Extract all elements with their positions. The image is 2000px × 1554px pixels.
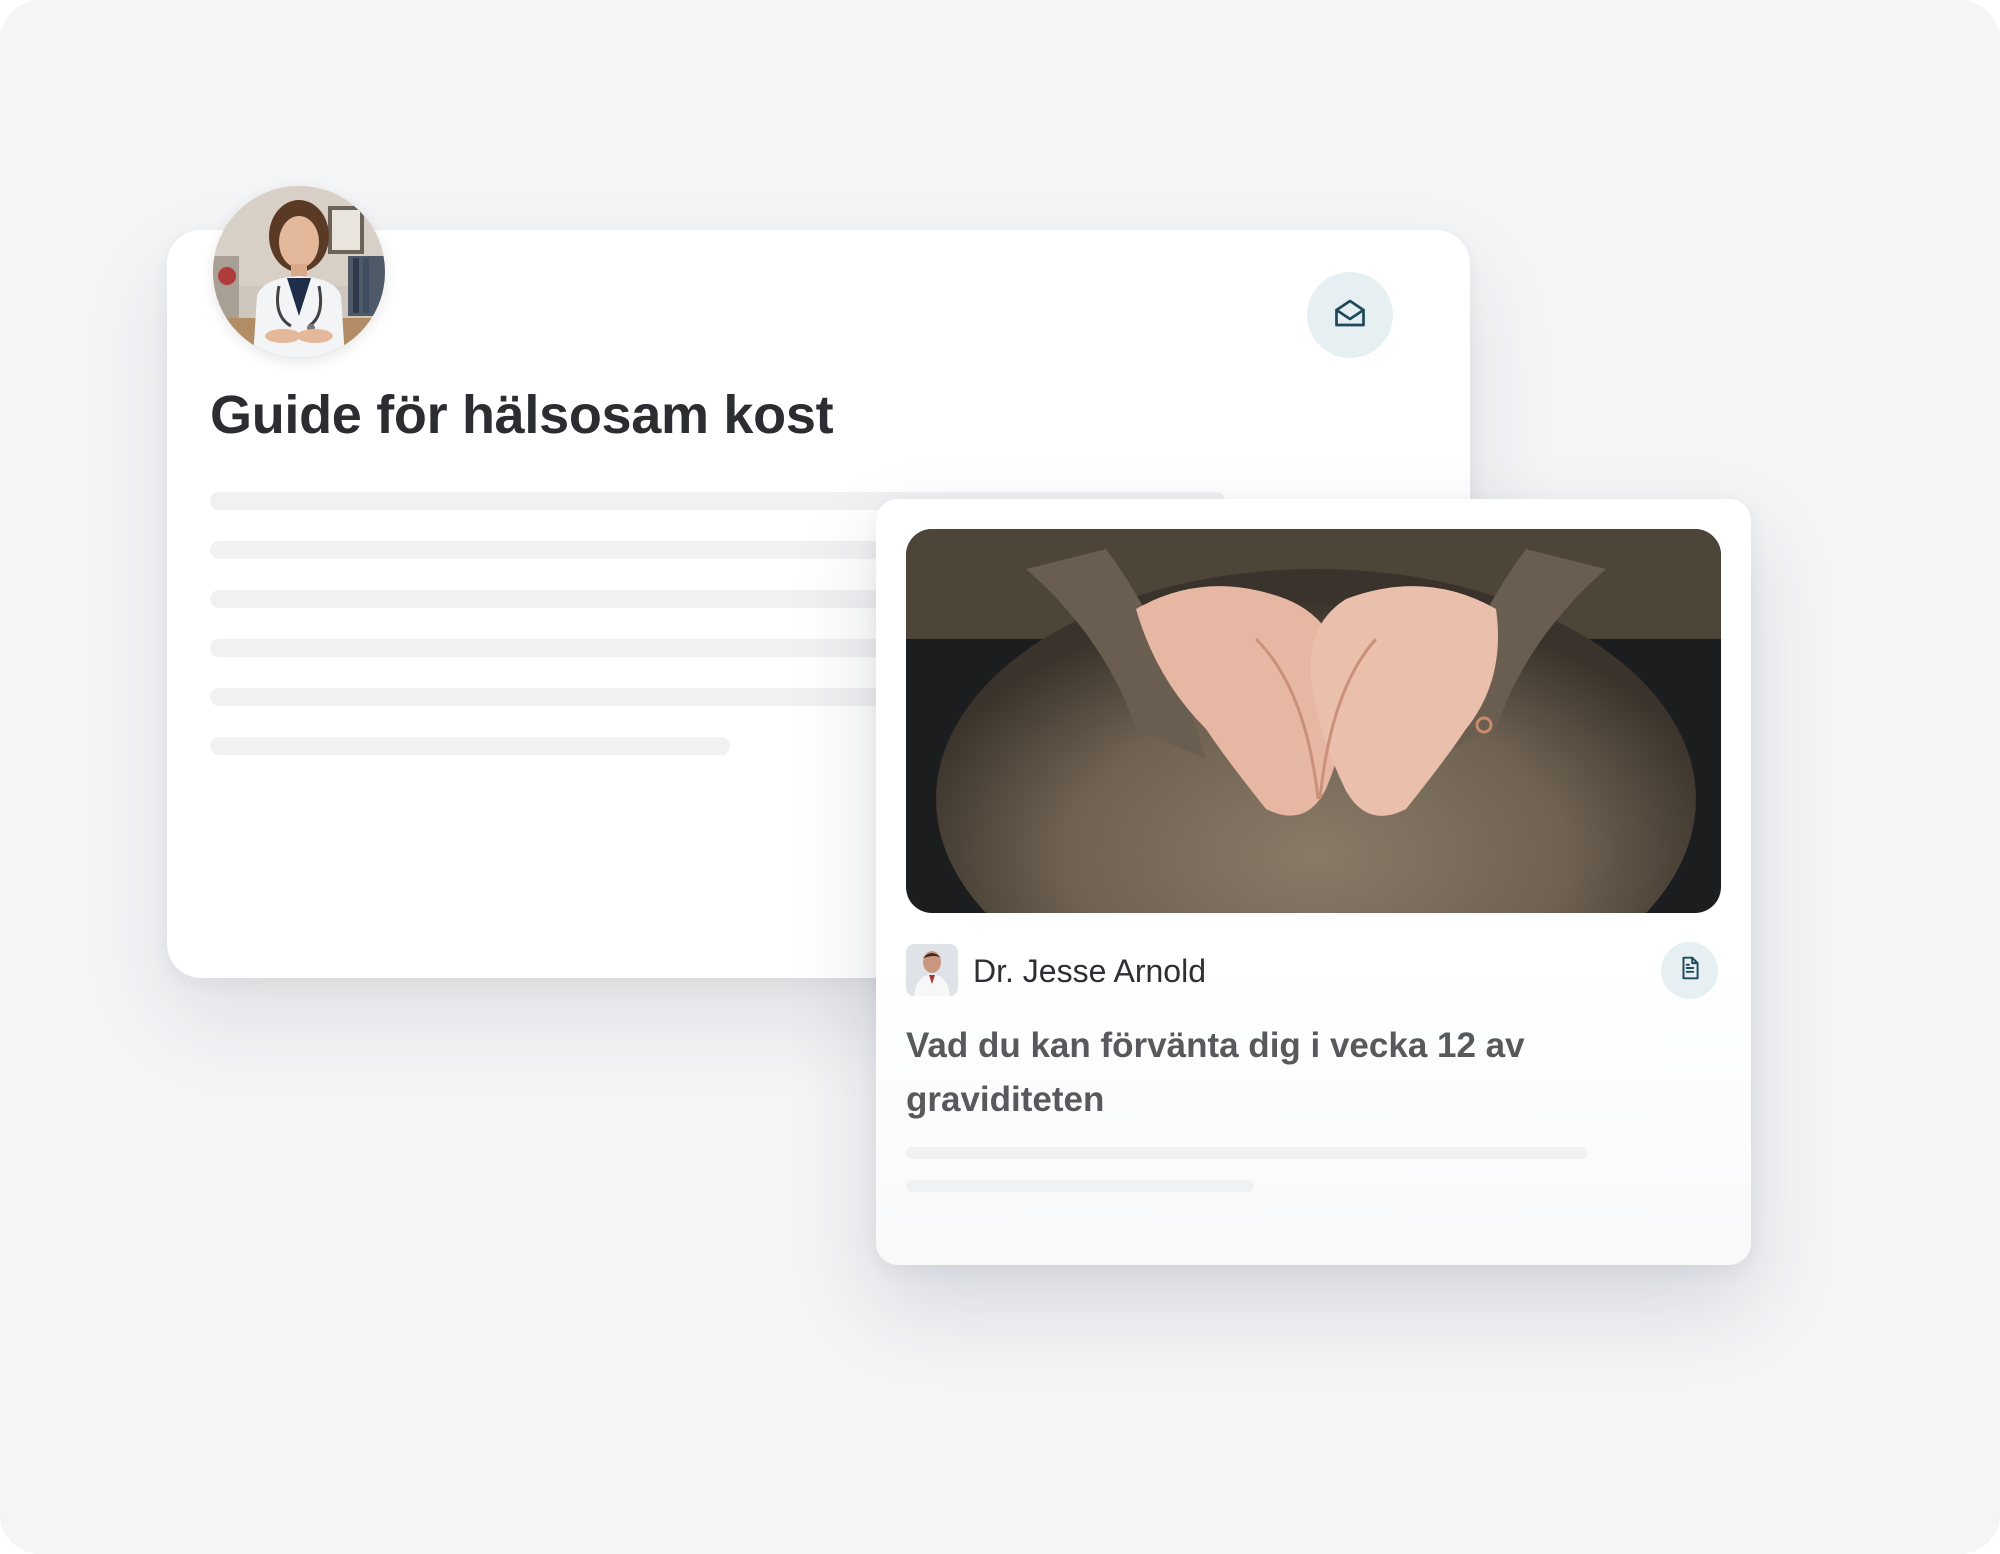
open-envelope-icon (1332, 295, 1368, 336)
text-placeholder-line (210, 737, 730, 755)
article-hero-image (906, 529, 1721, 913)
text-placeholder-line (210, 639, 890, 657)
document-button[interactable] (1661, 942, 1718, 999)
text-placeholder-line (906, 1147, 1588, 1159)
text-placeholder-line (210, 541, 890, 559)
guide-title: Guide för hälsosam kost (210, 385, 834, 445)
canvas: Guide för hälsosam kost Dr. Jesse Arnold… (0, 0, 2000, 1554)
author-name[interactable]: Dr. Jesse Arnold (973, 953, 1206, 990)
doctor-avatar (213, 186, 385, 358)
text-placeholder-line (210, 688, 890, 706)
text-placeholder-line (906, 1180, 1254, 1192)
article-card[interactable]: Dr. Jesse Arnold Vad du kan förvänta dig… (876, 499, 1751, 1265)
author-avatar (906, 944, 958, 996)
document-icon (1677, 955, 1703, 986)
text-placeholder-line (210, 590, 890, 608)
envelope-button[interactable] (1307, 272, 1393, 358)
article-title[interactable]: Vad du kan förvänta dig i vecka 12 av gr… (906, 1019, 1686, 1127)
